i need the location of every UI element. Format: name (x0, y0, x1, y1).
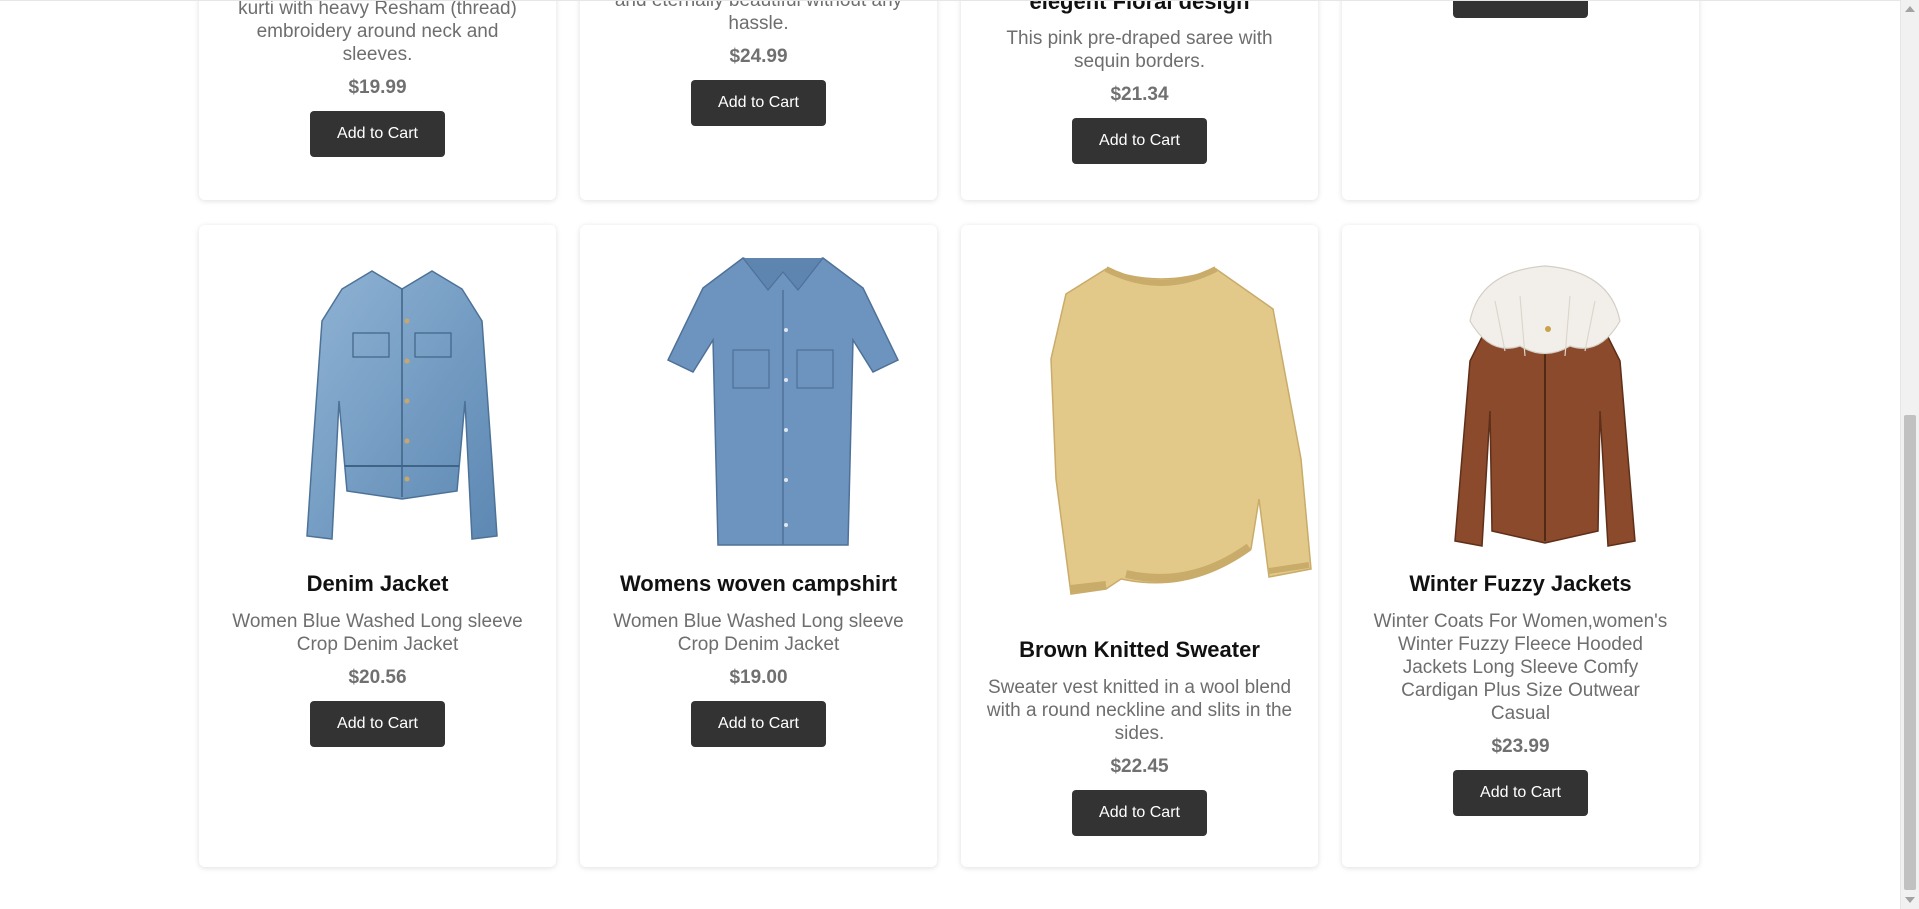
product-price: $24.99 (729, 46, 788, 67)
product-description: Winter Coats For Women,women's Winter Fu… (1373, 611, 1668, 725)
product-description: and eternally beautiful without any hass… (614, 0, 903, 34)
product-name: Denim Jacket (306, 571, 449, 596)
denim-jacket-image (305, 269, 498, 540)
product-grid: kurti with heavy Resham (thread) embroid… (199, 0, 1699, 867)
product-card: Brown Knitted Sweater Sweater vest knitt… (961, 225, 1318, 867)
scroll-down-arrow-icon[interactable] (1905, 897, 1915, 903)
product-image[interactable] (223, 253, 580, 553)
product-name: Brown Knitted Sweater (1019, 637, 1260, 662)
product-name: Winter Fuzzy Jackets (1409, 571, 1632, 596)
add-to-cart-button[interactable]: Add to Cart (1453, 1, 1588, 18)
add-to-cart-button[interactable]: Add to Cart (1453, 770, 1588, 817)
campshirt-image (666, 256, 899, 546)
product-description: Women Blue Washed Long sleeve Crop Denim… (232, 611, 523, 656)
product-description: kurti with heavy Resham (thread) embroid… (238, 0, 517, 65)
product-description: Sweater vest knitted in a wool blend wit… (986, 677, 1293, 745)
product-price: $20.56 (348, 667, 407, 689)
product-card: Denim Jacket Women Blue Washed Long slee… (199, 225, 556, 867)
add-to-cart-button[interactable]: Add to Cart (691, 80, 826, 126)
product-name: Womens woven campshirt (619, 571, 898, 596)
scroll-thumb[interactable] (1904, 415, 1916, 890)
add-to-cart-button[interactable]: Add to Cart (310, 111, 445, 157)
product-price: $23.99 (1491, 736, 1550, 758)
product-page: kurti with heavy Resham (thread) embroid… (0, 0, 1900, 909)
add-to-cart-button[interactable]: Add to Cart (1072, 118, 1207, 165)
product-card: elegent Floral design This pink pre-drap… (961, 0, 1318, 200)
product-image[interactable] (1366, 261, 1723, 551)
product-card: Womens woven campshirt Women Blue Washed… (580, 225, 937, 867)
add-to-cart-button[interactable]: Add to Cart (310, 701, 445, 748)
product-price: $19.99 (348, 77, 407, 98)
product-image[interactable] (985, 249, 1342, 614)
product-card: kurti with heavy Resham (thread) embroid… (199, 0, 556, 200)
scroll-up-arrow-icon[interactable] (1905, 6, 1915, 12)
product-card: and eternally beautiful without any hass… (580, 0, 937, 200)
product-price: $22.45 (1110, 756, 1169, 778)
product-card: Winter Fuzzy Jackets Winter Coats For Wo… (1342, 225, 1699, 867)
product-image[interactable] (604, 249, 961, 555)
product-card: Add to Cart (1342, 1, 1699, 200)
product-price: $19.00 (729, 667, 788, 689)
product-name: elegent Floral design (1029, 0, 1250, 14)
product-description: Women Blue Washed Long sleeve Crop Denim… (613, 611, 904, 656)
sweater-image (1050, 266, 1312, 595)
add-to-cart-button[interactable]: Add to Cart (1072, 790, 1207, 837)
product-description: This pink pre-draped saree with sequin b… (1006, 28, 1273, 73)
add-to-cart-button[interactable]: Add to Cart (691, 701, 826, 748)
product-price: $21.34 (1110, 84, 1169, 106)
fuzzy-jacket-image (1453, 265, 1636, 547)
vertical-scrollbar[interactable] (1900, 0, 1919, 909)
